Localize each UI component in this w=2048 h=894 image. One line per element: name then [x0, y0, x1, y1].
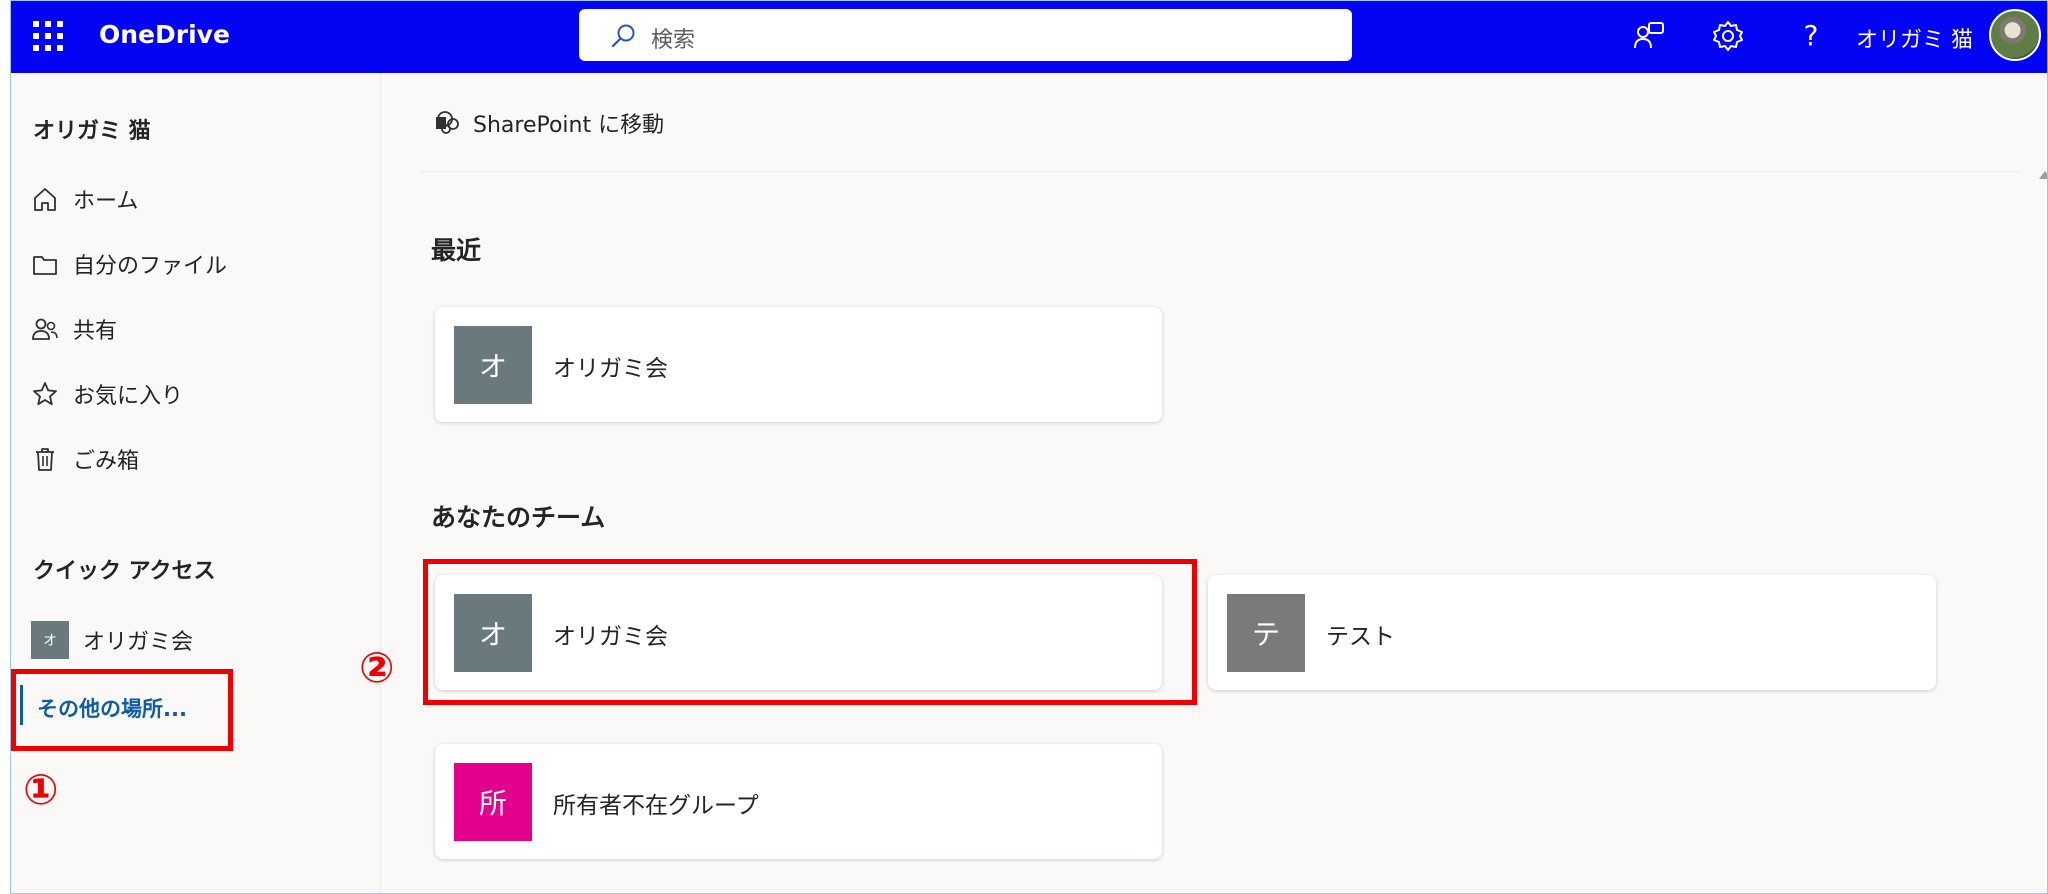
nav-shared[interactable]: 共有 — [31, 309, 117, 349]
site-initial-badge: テ — [1227, 594, 1305, 672]
teams-section-title: あなたのチーム — [431, 503, 606, 532]
user-avatar[interactable] — [1989, 9, 2041, 61]
team-tile-test[interactable]: テ テスト — [1208, 575, 1936, 690]
site-initial-badge: 所 — [454, 763, 532, 841]
site-name: テスト — [1326, 624, 1395, 650]
star-icon — [33, 382, 57, 406]
folder-icon — [33, 256, 57, 275]
quick-access-title: クイック アクセス — [33, 559, 216, 584]
annotation-mark-1: ① — [23, 765, 59, 814]
highlight-box-1 — [11, 669, 233, 751]
go-to-sharepoint-link[interactable]: SharePoint に移動 — [433, 107, 664, 139]
quick-access-label: オリガミ会 — [83, 630, 194, 655]
nav-recycle-bin-label: ごみ箱 — [73, 449, 140, 474]
quick-access-item[interactable]: オ オリガミ会 — [31, 621, 193, 659]
help-icon[interactable]: ? — [1793, 19, 1829, 55]
header-user-name[interactable]: オリガミ 猫 — [1856, 22, 1973, 54]
sidebar-user-name: オリガミ 猫 — [33, 119, 151, 144]
nav-my-files-label: 自分のファイル — [73, 254, 228, 279]
nav-my-files[interactable]: 自分のファイル — [31, 244, 227, 284]
team-tile-ownerless-group[interactable]: 所 所有者不在グループ — [435, 744, 1162, 859]
sidebar: オリガミ 猫 ホーム 自分のファイル 共有 お気に入り ごみ箱 クイック アクセ… — [11, 73, 381, 893]
annotation-mark-2: ② — [359, 643, 395, 692]
search-box[interactable]: 検索 — [579, 9, 1352, 61]
onedrive-window: OneDrive 検索 ? オリガミ 猫 オリガミ 猫 ホーム 自分のファイル … — [10, 0, 2048, 894]
app-launcher-icon[interactable] — [33, 21, 63, 51]
highlight-box-2 — [423, 559, 1197, 705]
nav-home[interactable]: ホーム — [31, 179, 138, 219]
nav-favorites[interactable]: お気に入り — [31, 374, 183, 414]
people-icon — [32, 318, 58, 340]
my-day-icon[interactable] — [1633, 19, 1669, 55]
sharepoint-icon — [436, 111, 459, 134]
search-icon — [611, 24, 635, 48]
site-name: オリガミ会 — [553, 356, 668, 382]
nav-shared-label: 共有 — [73, 319, 118, 344]
app-name[interactable]: OneDrive — [99, 20, 230, 49]
recent-section-title: 最近 — [431, 236, 482, 265]
quick-access-badge: オ — [31, 621, 69, 659]
nav-recycle-bin[interactable]: ごみ箱 — [31, 439, 139, 479]
top-header: OneDrive 検索 ? オリガミ 猫 — [11, 1, 2047, 73]
nav-home-label: ホーム — [73, 189, 139, 214]
search-placeholder: 検索 — [651, 28, 696, 53]
home-icon — [34, 188, 56, 211]
content-divider — [419, 171, 2019, 172]
settings-gear-icon[interactable] — [1711, 19, 1747, 55]
go-to-sharepoint-label: SharePoint に移動 — [473, 113, 665, 138]
trash-icon — [36, 448, 54, 471]
recent-site-tile[interactable]: オ オリガミ会 — [435, 307, 1162, 422]
nav-favorites-label: お気に入り — [73, 384, 184, 409]
site-initial-badge: オ — [454, 326, 532, 404]
scroll-up-arrow[interactable] — [2039, 171, 2047, 179]
site-name: 所有者不在グループ — [553, 793, 759, 819]
